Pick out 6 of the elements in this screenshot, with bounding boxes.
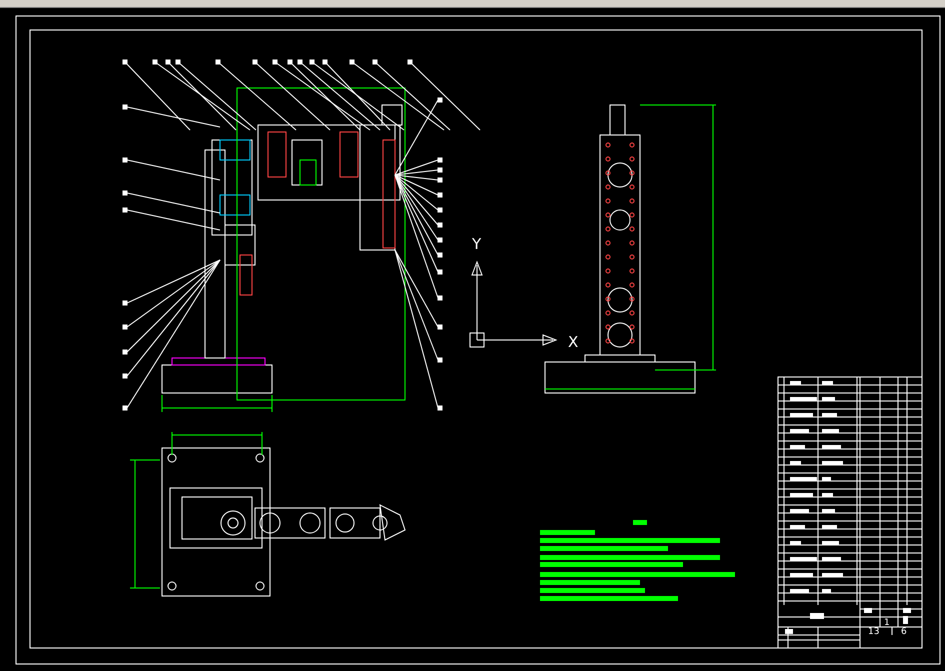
- axis-label: X: [568, 333, 578, 351]
- ucs-axes-icon: [470, 260, 558, 348]
- axis-label: Y: [472, 235, 482, 253]
- title-block-text: 1: [884, 618, 890, 628]
- title-block-text: 13: [868, 627, 880, 637]
- title-block-text: 6: [901, 627, 907, 637]
